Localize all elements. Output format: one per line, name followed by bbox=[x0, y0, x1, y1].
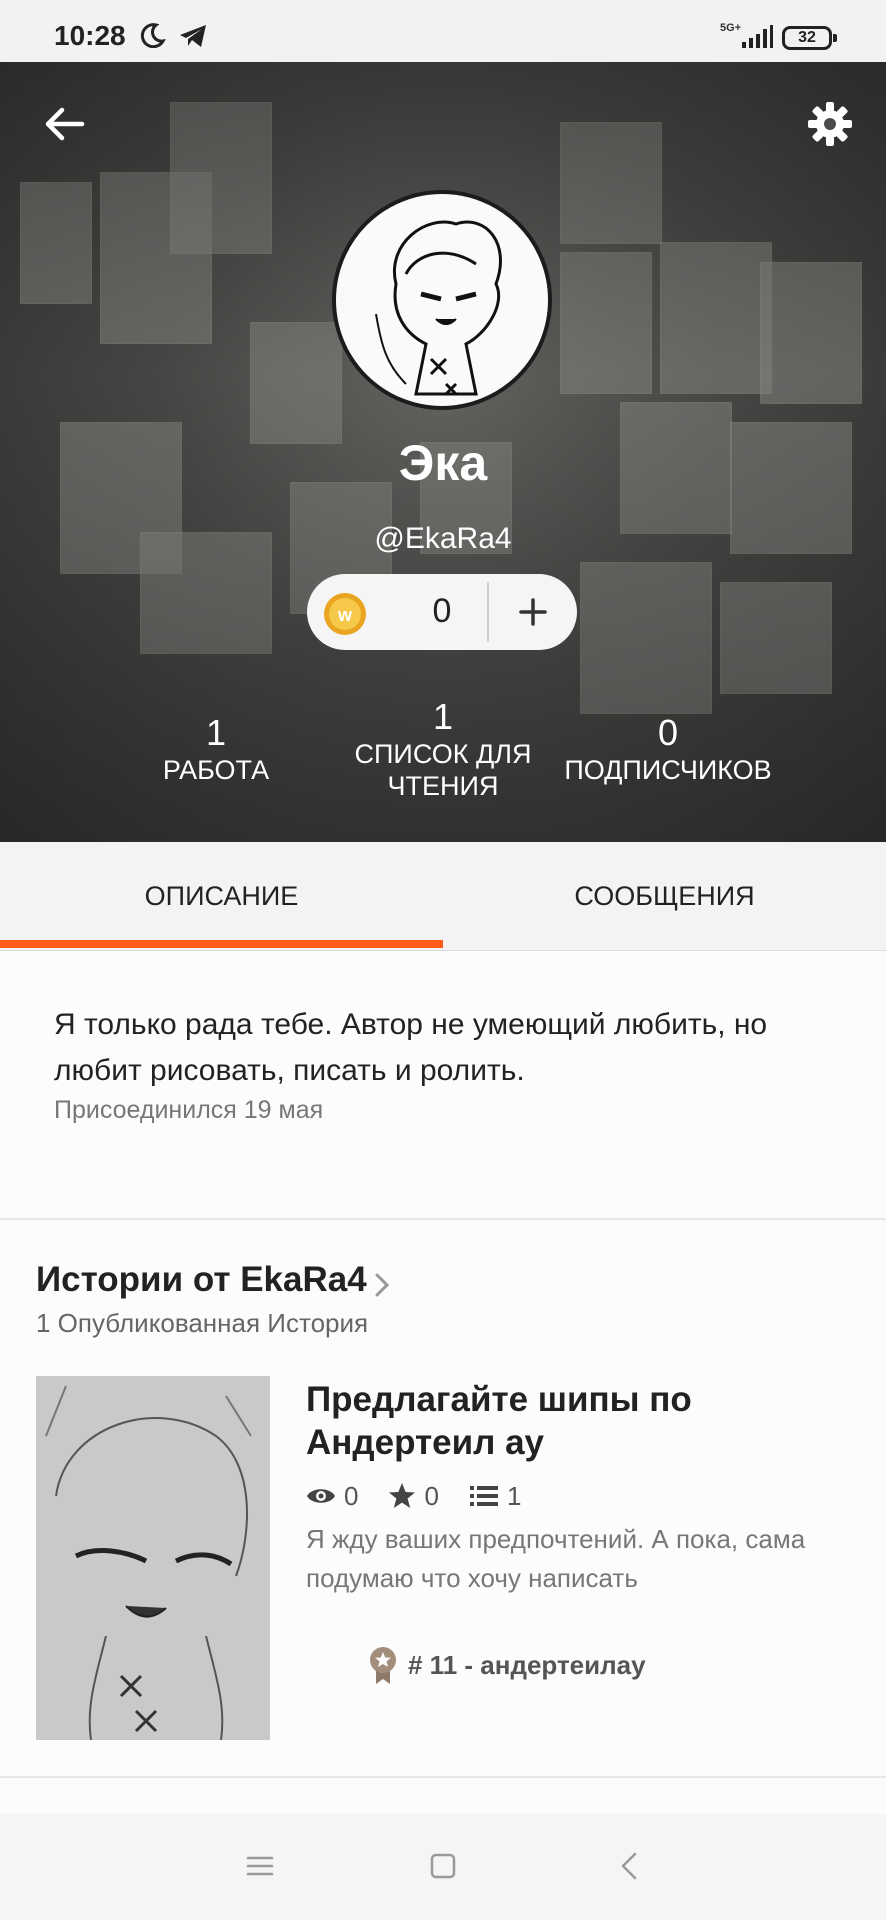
parts-stat: 1 bbox=[469, 1481, 521, 1512]
stories-count: 1 Опубликованная История bbox=[36, 1308, 369, 1338]
tab-messages[interactable]: СООБЩЕНИЯ bbox=[443, 842, 886, 950]
arrow-left-icon[interactable] bbox=[42, 102, 86, 146]
home-square-icon[interactable] bbox=[423, 1846, 463, 1886]
stat-value: 1 bbox=[432, 696, 454, 737]
divider bbox=[0, 1776, 886, 1778]
story-description: Я жду ваших предпочтений. А пока, сама п… bbox=[306, 1524, 806, 1593]
coin-balance-pill: w 0 bbox=[307, 574, 577, 650]
divider bbox=[0, 1218, 886, 1220]
profile-tabs: ОПИСАНИЕ СООБЩЕНИЯ bbox=[0, 842, 886, 951]
list-icon bbox=[469, 1486, 498, 1506]
profile-header: Эка @EkaRa4 w 0 1 РАБОТА 1 СПИСОК ДЛЯ ЧТ… bbox=[0, 62, 886, 842]
signal-icon bbox=[742, 25, 773, 48]
avatar[interactable] bbox=[332, 190, 552, 410]
story-title[interactable]: Предлагайте шипы по Андертеил ау bbox=[306, 1378, 826, 1464]
stat-followers[interactable]: 0 ПОДПИСЧИКОВ bbox=[553, 712, 783, 786]
status-time: 10:28 bbox=[54, 20, 126, 51]
stat-reading-lists[interactable]: 1 СПИСОК ДЛЯ ЧТЕНИЯ bbox=[328, 696, 558, 802]
chevron-right-icon[interactable] bbox=[372, 1270, 392, 1300]
display-name: Эка bbox=[398, 435, 488, 491]
avatar-drawing bbox=[375, 220, 502, 396]
votes-stat: 0 bbox=[388, 1480, 439, 1512]
stat-label: СПИСОК ДЛЯ ЧТЕНИЯ bbox=[354, 739, 532, 801]
stories-header[interactable]: Истории от EkaRa4 bbox=[36, 1260, 367, 1300]
wattpad-coin-icon: w bbox=[324, 593, 366, 635]
star-icon bbox=[389, 1483, 416, 1508]
story-cover[interactable] bbox=[36, 1376, 270, 1740]
story-meta: 0 0 1 bbox=[306, 1478, 551, 1514]
username: @EkaRa4 bbox=[374, 522, 512, 555]
reads-stat: 0 bbox=[306, 1481, 358, 1512]
battery-icon: 32 bbox=[782, 26, 837, 50]
coin-count: 0 bbox=[432, 592, 452, 630]
rank-text: # 11 - андертеилау bbox=[408, 1649, 646, 1680]
moon-icon bbox=[140, 23, 166, 48]
about-text: Я только рада тебе. Автор не умеющий люб… bbox=[54, 1008, 768, 1087]
system-navigation-bar bbox=[0, 1814, 886, 1920]
menu-icon[interactable] bbox=[240, 1846, 280, 1886]
story-rank[interactable]: # 11 - андертеилау bbox=[368, 1646, 646, 1684]
stat-value: 1 bbox=[205, 712, 227, 753]
stat-works[interactable]: 1 РАБОТА bbox=[101, 712, 331, 786]
eye-icon bbox=[307, 1489, 335, 1503]
votes-count: 0 bbox=[424, 1480, 439, 1511]
status-bar: 10:28 5G+ 32 bbox=[0, 0, 886, 62]
svg-text:w: w bbox=[337, 605, 353, 625]
parts-count: 1 bbox=[506, 1480, 522, 1511]
telegram-icon bbox=[180, 25, 206, 47]
gear-icon[interactable] bbox=[806, 100, 854, 148]
stat-label: РАБОТА bbox=[162, 755, 270, 785]
stat-value: 0 bbox=[657, 712, 679, 753]
ranking-badge-icon bbox=[370, 1647, 396, 1684]
joined-date: Присоединился 19 мая bbox=[54, 1096, 324, 1124]
plus-icon[interactable] bbox=[489, 574, 577, 650]
network-type: 5G+ bbox=[720, 22, 742, 34]
tab-description[interactable]: ОПИСАНИЕ bbox=[0, 842, 443, 950]
stat-label: ПОДПИСЧИКОВ bbox=[564, 755, 772, 785]
about-section: Я только рада тебе. Автор не умеющий люб… bbox=[54, 1002, 854, 1125]
story-cover-drawing bbox=[36, 1376, 270, 1740]
active-tab-indicator bbox=[0, 940, 443, 948]
back-triangle-icon[interactable] bbox=[610, 1846, 650, 1886]
reads-count: 0 bbox=[344, 1480, 359, 1511]
